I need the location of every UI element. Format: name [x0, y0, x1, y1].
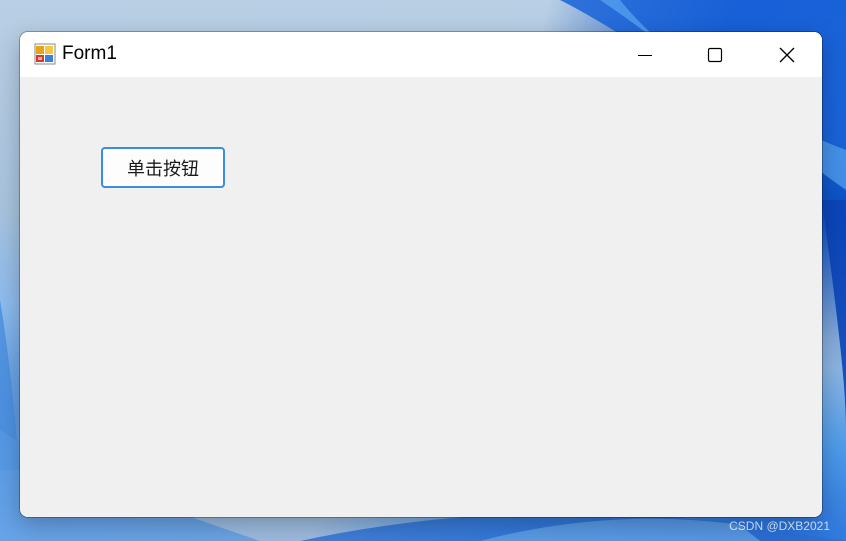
maximize-icon [707, 47, 723, 62]
windows-forms-app-icon[interactable] [34, 43, 56, 65]
minimize-icon [638, 54, 652, 56]
watermark: CSDN @DXB2021 [729, 519, 830, 533]
click-button[interactable]: 单击按钮 [101, 147, 225, 188]
window-title: Form1 [62, 43, 117, 64]
form1-window: Form1 单击按钮 [20, 32, 822, 517]
maximize-button[interactable] [680, 32, 750, 77]
minimize-button[interactable] [610, 32, 680, 77]
close-icon [779, 47, 794, 62]
form-client-area [20, 77, 822, 517]
title-bar[interactable]: Form1 [20, 32, 822, 77]
close-button[interactable] [751, 32, 822, 77]
